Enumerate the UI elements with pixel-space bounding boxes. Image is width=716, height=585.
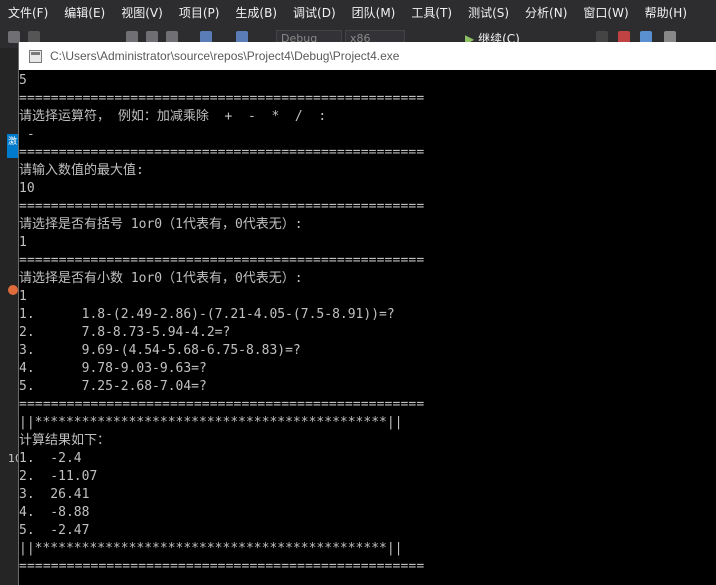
console-line: 2. 7.8-8.73-5.94-4.2=? bbox=[19, 325, 231, 340]
console-line: 请选择是否有括号 1or0（1代表有，0代表无）: bbox=[19, 217, 303, 232]
console-line: 1 bbox=[19, 289, 27, 304]
console-line: 请选择运算符， 例如：加减乘除 + - * / : bbox=[19, 109, 327, 124]
console-line: 1. -2.4 bbox=[19, 451, 82, 466]
console-line: ========================================… bbox=[19, 91, 425, 106]
console-line: 1 bbox=[19, 235, 27, 250]
menu-bar: 文件(F) 编辑(E) 视图(V) 项目(P) 生成(B) 调试(D) 团队(M) 工具(T)… bbox=[0, 0, 716, 26]
console-line: 计算结果如下： bbox=[19, 433, 111, 448]
menu-item[interactable]: 生成(B) bbox=[227, 0, 285, 26]
console-window[interactable]: C:\Users\Administrator\source\repos\Proj… bbox=[18, 42, 716, 585]
menu-item[interactable]: 帮助(H) bbox=[637, 0, 695, 26]
toolbox-tab[interactable]: 激 bbox=[7, 134, 18, 158]
console-line: - bbox=[19, 127, 35, 142]
console-line: 4. 9.78-9.03-9.63=? bbox=[19, 361, 207, 376]
menu-item[interactable]: 文件(F) bbox=[0, 0, 56, 26]
console-line: ||**************************************… bbox=[19, 541, 403, 556]
menu-item[interactable]: 调试(D) bbox=[285, 0, 344, 26]
console-line: 10 bbox=[19, 181, 35, 196]
console-line: 5 bbox=[19, 73, 27, 88]
console-line: 请输入数值的最大值: bbox=[19, 163, 144, 178]
menu-item[interactable]: 窗口(W) bbox=[575, 0, 636, 26]
console-line: ========================================… bbox=[19, 145, 425, 160]
left-tool-strip: 激 10 bbox=[0, 48, 22, 585]
menu-item[interactable]: 团队(M) bbox=[344, 0, 404, 26]
menu-item[interactable]: 分析(N) bbox=[517, 0, 575, 26]
menu-item[interactable]: 项目(P) bbox=[171, 0, 228, 26]
console-line: 2. -11.07 bbox=[19, 469, 98, 484]
breakpoint-icon bbox=[8, 285, 18, 295]
console-line: 5. 7.25-2.68-7.04=? bbox=[19, 379, 207, 394]
menu-item[interactable]: 工具(T) bbox=[403, 0, 460, 26]
console-app-icon bbox=[29, 49, 42, 63]
console-line: 3. 9.69-(4.54-5.68-6.75-8.83)=? bbox=[19, 343, 301, 358]
console-title: C:\Users\Administrator\source\repos\Proj… bbox=[50, 49, 400, 63]
console-line: ========================================… bbox=[19, 559, 425, 574]
console-line: ||**************************************… bbox=[19, 415, 403, 430]
console-titlebar[interactable]: C:\Users\Administrator\source\repos\Proj… bbox=[19, 42, 716, 70]
console-line: 请选择是否有小数 1or0（1代表有，0代表无）: bbox=[19, 271, 303, 286]
console-line: 5. -2.47 bbox=[19, 523, 90, 538]
console-line: 1. 1.8-(2.49-2.86)-(7.21-4.05-(7.5-8.91)… bbox=[19, 307, 395, 322]
console-line: 4. -8.88 bbox=[19, 505, 90, 520]
console-output: 5 =======================================… bbox=[19, 72, 716, 585]
console-line: ========================================… bbox=[19, 397, 425, 412]
console-line: ========================================… bbox=[19, 253, 425, 268]
console-line: 3. 26.41 bbox=[19, 487, 90, 502]
console-line: ========================================… bbox=[19, 199, 425, 214]
menu-item[interactable]: 编辑(E) bbox=[56, 0, 113, 26]
menu-item[interactable]: 测试(S) bbox=[460, 0, 517, 26]
menu-item[interactable]: 视图(V) bbox=[113, 0, 171, 26]
